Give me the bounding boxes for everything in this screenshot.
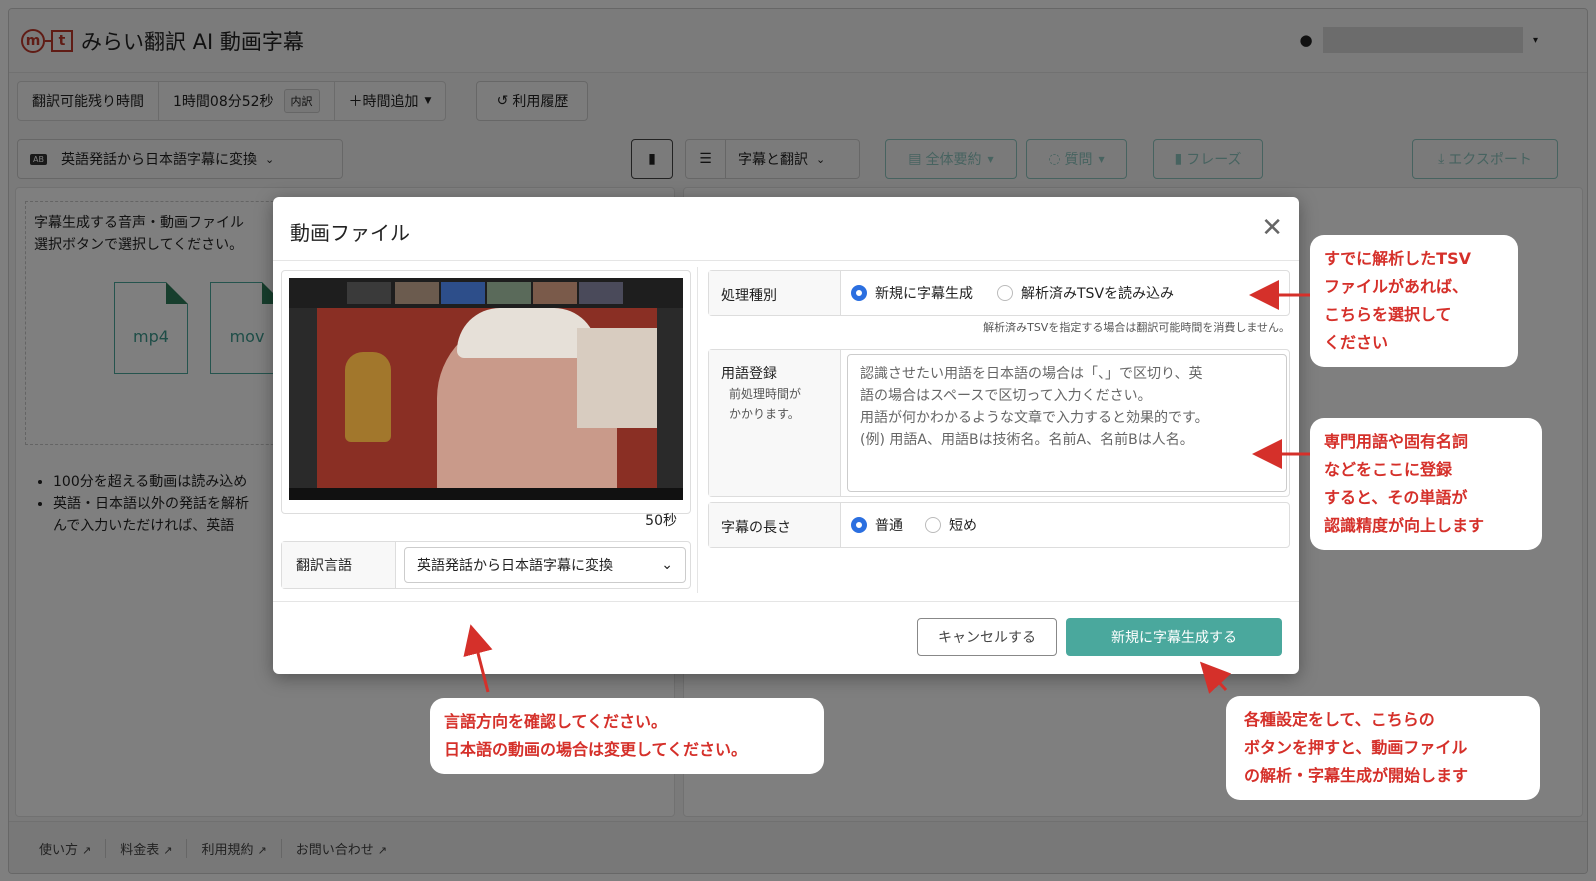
language-callout: 言語方向を確認してください。 日本語の動画の場合は変更してください。 bbox=[430, 698, 824, 774]
arrow-to-generate bbox=[1199, 661, 1232, 694]
generate-callout: 各種設定をして、こちらの ボタンを押すと、動画ファイル の解析・字幕生成が開始し… bbox=[1226, 696, 1540, 800]
tsv-callout: すでに解析したTSV ファイルがあれば、 こちらを選択して ください bbox=[1310, 235, 1518, 367]
terms-callout: 専門用語や固有名詞 などをここに登録 すると、その単語が 認識精度が向上します bbox=[1310, 418, 1542, 550]
arrow-to-language bbox=[463, 624, 493, 693]
